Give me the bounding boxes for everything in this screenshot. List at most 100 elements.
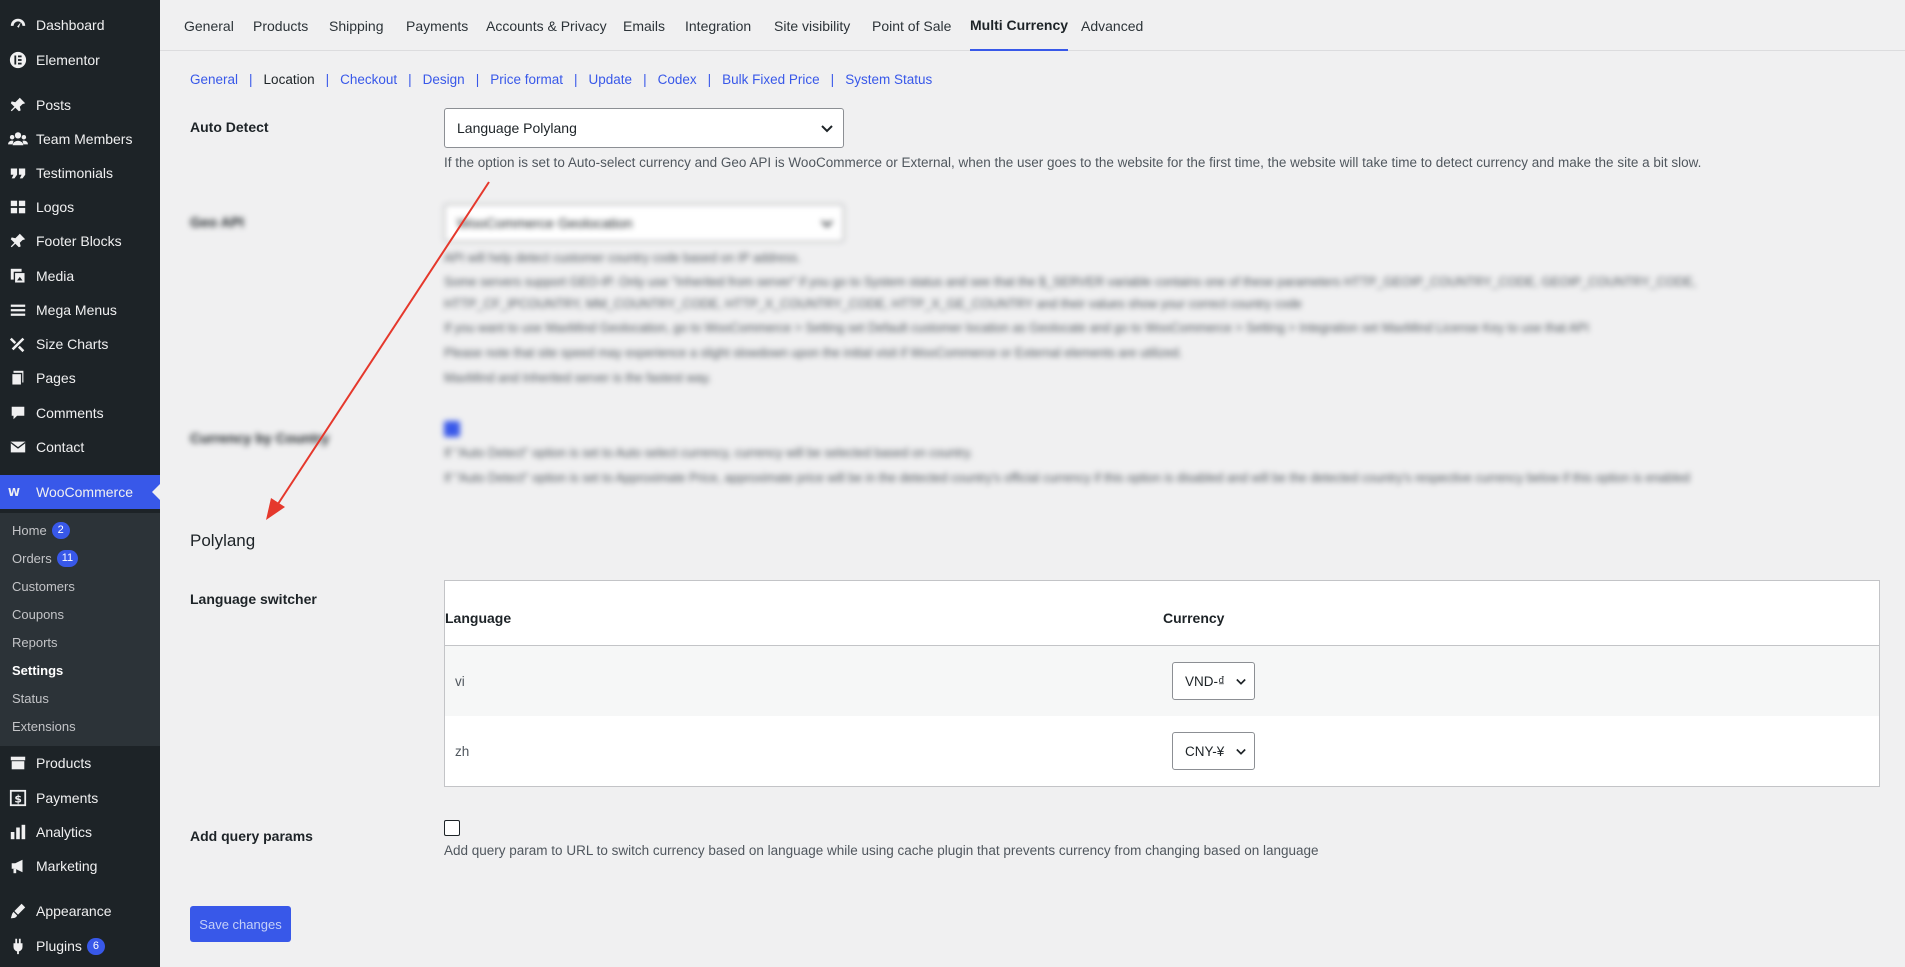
table-row: zh CNY-¥ — [445, 716, 1879, 786]
currency-by-country-label: Currency by Country — [190, 430, 330, 446]
add-query-params-checkbox[interactable] — [444, 820, 460, 836]
comment-icon — [8, 403, 28, 423]
menu-posts[interactable]: Posts — [0, 88, 160, 122]
megaphone-icon — [8, 856, 28, 876]
media-icon — [8, 266, 28, 286]
menu-mega-menus[interactable]: Mega Menus — [0, 293, 160, 327]
language-currency-table: Language Currency vi VND-₫ zh CNY-¥ — [444, 580, 1880, 787]
geo-api-select[interactable]: WooCommerce Geolocation — [444, 204, 844, 242]
menu-appearance[interactable]: Appearance — [0, 894, 160, 928]
chevron-down-icon — [821, 215, 833, 231]
subtab-checkout[interactable]: Checkout — [340, 72, 397, 87]
tab-accounts-privacy[interactable]: Accounts & Privacy — [486, 0, 607, 51]
submenu-coupons[interactable]: Coupons — [12, 604, 64, 624]
add-query-params-label: Add query params — [190, 828, 313, 844]
menu-pages[interactable]: Pages — [0, 361, 160, 395]
svg-text:W: W — [8, 486, 20, 499]
subtab-bulk-fixed-price[interactable]: Bulk Fixed Price — [722, 72, 820, 87]
tab-integration[interactable]: Integration — [685, 0, 751, 51]
subtab-design[interactable]: Design — [423, 72, 465, 87]
subtab-general[interactable]: General — [190, 72, 238, 87]
menu-plugins[interactable]: Plugins 6 — [0, 929, 160, 963]
active-menu-arrow — [152, 484, 160, 500]
subtab-codex[interactable]: Codex — [658, 72, 697, 87]
subtab-location[interactable]: Location — [264, 72, 315, 87]
grid-icon — [8, 197, 28, 217]
menu-payments[interactable]: $ Payments — [0, 781, 160, 815]
auto-detect-label: Auto Detect — [190, 119, 269, 135]
submenu-reports[interactable]: Reports — [12, 632, 58, 652]
users-icon — [8, 129, 28, 149]
table-header: Language Currency — [445, 581, 1879, 646]
pin-icon — [8, 231, 28, 251]
menu-footer-blocks[interactable]: Footer Blocks — [0, 224, 160, 258]
dollar-icon: $ — [8, 788, 28, 808]
plugin-icon — [8, 936, 28, 956]
menu-woocommerce[interactable]: W WooCommerce — [0, 475, 160, 509]
menu-comments[interactable]: Comments — [0, 396, 160, 430]
menu-elementor[interactable]: Elementor — [0, 43, 160, 77]
auto-detect-select[interactable]: Language Polylang — [444, 108, 844, 148]
submenu-customers[interactable]: Customers — [12, 576, 75, 596]
subtab-system-status[interactable]: System Status — [845, 72, 932, 87]
dashboard-icon — [8, 15, 28, 35]
polylang-heading: Polylang — [190, 531, 256, 550]
tab-point-of-sale[interactable]: Point of Sale — [872, 0, 951, 51]
brush-icon — [8, 901, 28, 921]
geo-api-label: Geo API — [190, 214, 244, 230]
chevron-down-icon — [1236, 674, 1246, 689]
currency-select-vi[interactable]: VND-₫ — [1172, 662, 1255, 700]
mail-icon — [8, 437, 28, 457]
home-badge: 2 — [51, 521, 70, 539]
tab-payments[interactable]: Payments — [406, 0, 468, 51]
settings-tabs: General Products Shipping Payments Accou… — [160, 0, 1905, 51]
menu-logos[interactable]: Logos — [0, 190, 160, 224]
column-currency: Currency — [1163, 610, 1225, 626]
tab-shipping[interactable]: Shipping — [329, 0, 384, 51]
submenu-status[interactable]: Status — [12, 688, 49, 708]
menu-size-charts[interactable]: Size Charts — [0, 327, 160, 361]
language-switcher-label: Language switcher — [190, 591, 317, 607]
chart-icon — [8, 822, 28, 842]
menu-team-members[interactable]: Team Members — [0, 122, 160, 156]
menu-products[interactable]: Products — [0, 746, 160, 780]
elementor-icon — [8, 50, 28, 70]
row-language: zh — [455, 744, 470, 759]
subtabs-nav: General | Location | Checkout | Design | Pri… — [190, 72, 933, 87]
submenu-orders[interactable]: Orders 11 — [12, 548, 79, 568]
tab-products[interactable]: Products — [253, 0, 308, 51]
add-query-params-description: Add query param to URL to switch currenc… — [444, 843, 1319, 858]
menu-marketing[interactable]: Marketing — [0, 849, 160, 883]
chevron-down-icon — [1236, 744, 1246, 759]
menu-testimonials[interactable]: Testimonials — [0, 156, 160, 190]
menu-media[interactable]: Media — [0, 259, 160, 293]
tab-general[interactable]: General — [184, 0, 234, 51]
submenu-settings[interactable]: Settings — [12, 660, 63, 680]
menu-icon — [8, 300, 28, 320]
currency-select-zh[interactable]: CNY-¥ — [1172, 732, 1255, 770]
menu-contact[interactable]: Contact — [0, 430, 160, 464]
submenu-home[interactable]: Home 2 — [12, 520, 70, 540]
menu-analytics[interactable]: Analytics — [0, 815, 160, 849]
quote-icon — [8, 163, 28, 183]
subtab-update[interactable]: Update — [589, 72, 633, 87]
woo-icon: W — [8, 482, 28, 502]
tab-advanced[interactable]: Advanced — [1081, 0, 1143, 51]
submenu-extensions[interactable]: Extensions — [12, 716, 76, 736]
column-language: Language — [445, 610, 512, 626]
subtab-price-format[interactable]: Price format — [490, 72, 563, 87]
plugins-badge: 6 — [86, 937, 105, 955]
chevron-down-icon — [821, 120, 833, 136]
tab-emails[interactable]: Emails — [623, 0, 665, 51]
table-row: vi VND-₫ — [445, 646, 1879, 716]
save-changes-button[interactable]: Save changes — [190, 906, 291, 942]
currency-by-country-checkbox[interactable] — [444, 421, 460, 437]
admin-sidebar: Dashboard Elementor Posts Team Members T… — [0, 0, 160, 967]
tab-multi-currency[interactable]: Multi Currency — [970, 0, 1069, 51]
auto-detect-description: If the option is set to Auto-select curr… — [444, 155, 1702, 170]
menu-dashboard[interactable]: Dashboard — [0, 8, 160, 42]
tab-site-visibility[interactable]: Site visibility — [774, 0, 850, 51]
page-icon — [8, 368, 28, 388]
svg-text:$: $ — [14, 793, 22, 806]
annotation-arrow-head — [266, 498, 285, 520]
